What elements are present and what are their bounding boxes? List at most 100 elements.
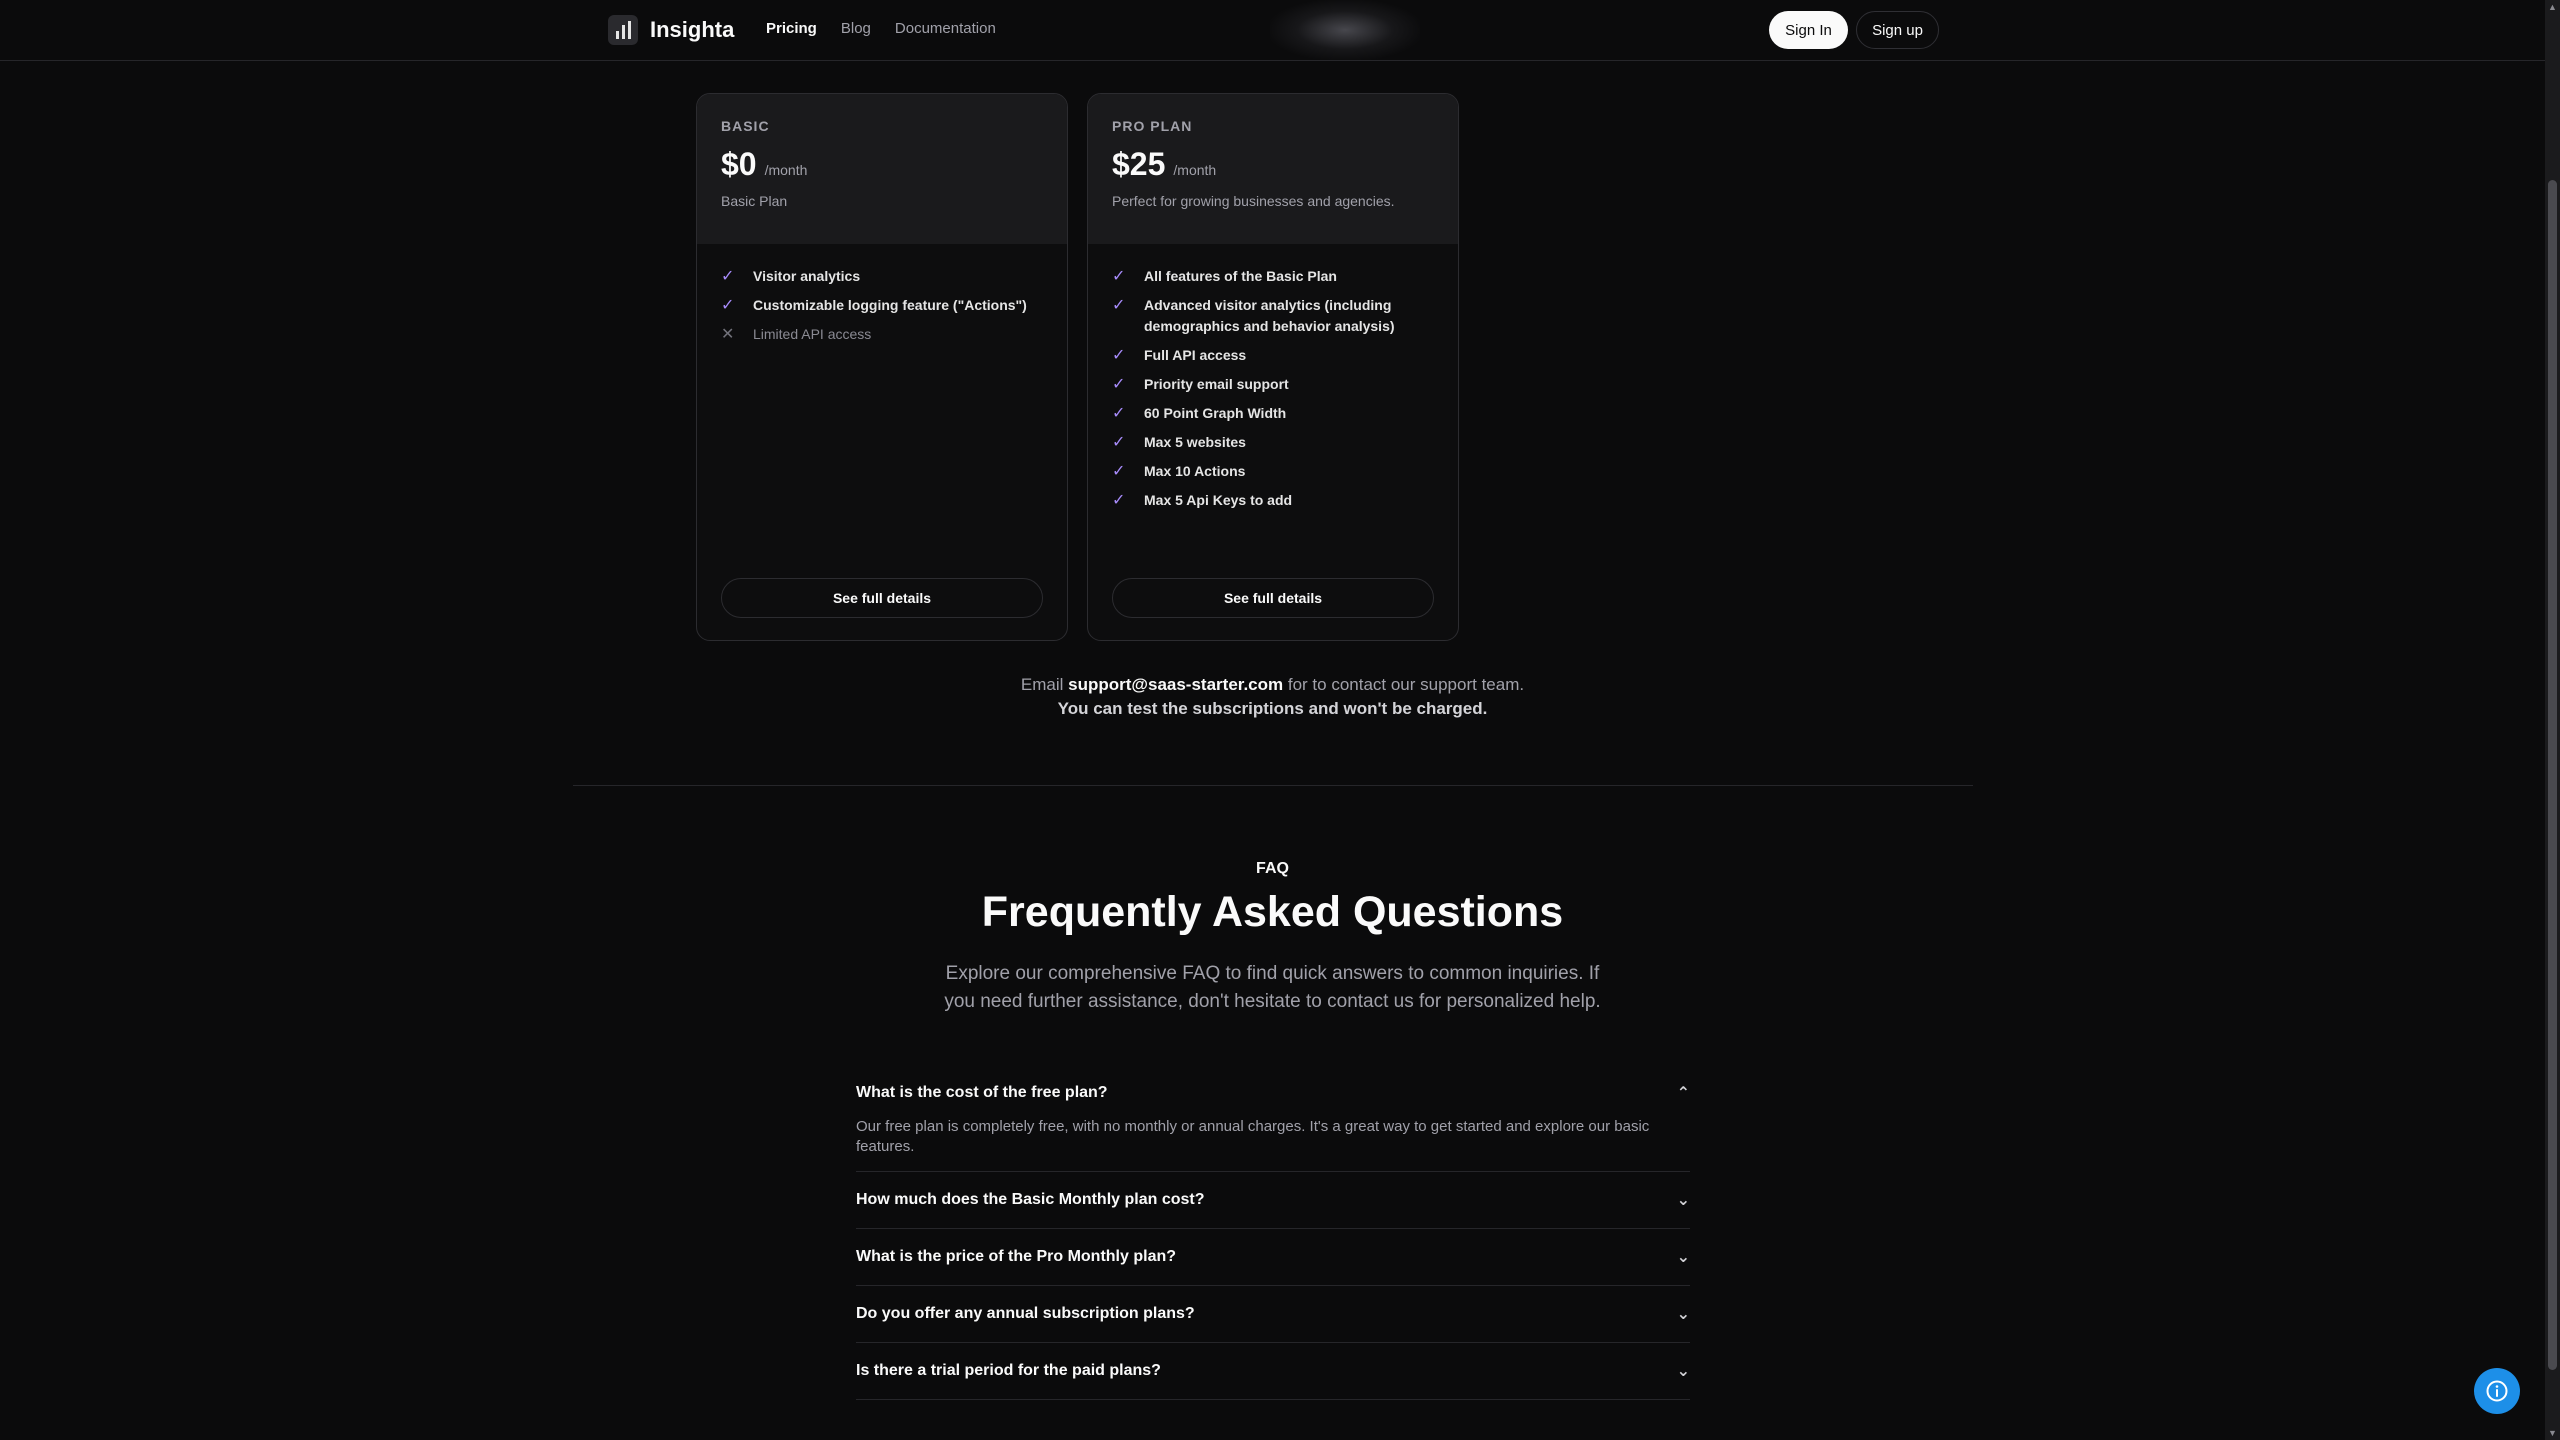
check-icon: ✓ bbox=[1112, 463, 1126, 480]
test-note: You can test the subscriptions and won't… bbox=[0, 699, 2545, 719]
check-icon: ✓ bbox=[1112, 434, 1126, 451]
chevron-down-icon: ⌄ bbox=[1676, 1363, 1690, 1380]
feature-item: ✓ 60 Point Graph Width bbox=[1112, 403, 1434, 424]
check-icon: ✓ bbox=[1112, 376, 1126, 393]
feature-text: Max 5 Api Keys to add bbox=[1144, 492, 1293, 508]
scroll-down-arrow-icon[interactable]: ▼ bbox=[2548, 1428, 2557, 1438]
support-prefix: Email bbox=[1020, 675, 1064, 694]
feature-item: ✓ All features of the Basic Plan bbox=[1112, 266, 1434, 287]
plan-description: Perfect for growing businesses and agenc… bbox=[1112, 193, 1395, 209]
plan-price: $0 bbox=[721, 146, 757, 182]
feature-item: ✓ Visitor analytics bbox=[721, 266, 1043, 287]
faq-question-toggle[interactable]: What is the cost of the free plan? ⌃ bbox=[856, 1065, 1690, 1121]
check-icon: ✓ bbox=[721, 268, 735, 285]
main-nav: Pricing Blog Documentation bbox=[766, 20, 996, 37]
faq-subtitle-line-1: Explore our comprehensive FAQ to find qu… bbox=[945, 963, 1600, 984]
feature-text: Full API access bbox=[1144, 347, 1247, 363]
pricing-card-pro: PRO PLAN $25 /month Perfect for growing … bbox=[1087, 93, 1459, 641]
info-icon bbox=[2486, 1380, 2508, 1402]
plan-price: $25 bbox=[1112, 146, 1166, 182]
faq-question-toggle[interactable]: How much does the Basic Monthly plan cos… bbox=[856, 1172, 1690, 1228]
feature-text: All features of the Basic Plan bbox=[1144, 268, 1337, 284]
feature-text: Visitor analytics bbox=[753, 268, 861, 284]
faq-subtitle-line-2: you need further assistance, don't hesit… bbox=[944, 991, 1601, 1012]
faq-item: What is the cost of the free plan? ⌃ Our… bbox=[856, 1065, 1690, 1172]
faq-accordion: What is the cost of the free plan? ⌃ Our… bbox=[856, 1065, 1690, 1400]
faq-question-toggle[interactable]: Do you offer any annual subscription pla… bbox=[856, 1286, 1690, 1342]
sign-in-button[interactable]: Sign In bbox=[1769, 11, 1848, 49]
info-button[interactable] bbox=[2474, 1368, 2520, 1414]
faq-item: Do you offer any annual subscription pla… bbox=[856, 1286, 1690, 1343]
chevron-down-icon: ⌄ bbox=[1676, 1249, 1690, 1266]
faq-item: Is there a trial period for the paid pla… bbox=[856, 1343, 1690, 1400]
bar-chart-logo-icon bbox=[608, 15, 638, 45]
card-header: BASIC $0 /month Basic Plan bbox=[697, 94, 1067, 244]
see-full-details-button-basic[interactable]: See full details bbox=[721, 578, 1043, 618]
faq-question: What is the price of the Pro Monthly pla… bbox=[856, 1248, 1177, 1265]
faq-question-toggle[interactable]: What is the price of the Pro Monthly pla… bbox=[856, 1229, 1690, 1285]
feature-text: Max 10 Actions bbox=[1144, 463, 1246, 479]
nav-link-blog[interactable]: Blog bbox=[841, 20, 871, 37]
faq-question: Do you offer any annual subscription pla… bbox=[856, 1305, 1195, 1322]
check-icon: ✓ bbox=[1112, 492, 1126, 509]
check-icon: ✓ bbox=[1112, 297, 1126, 314]
nav-glow-decoration bbox=[1270, 0, 1420, 60]
faq-item: What is the price of the Pro Monthly pla… bbox=[856, 1229, 1690, 1286]
page-scrollbar[interactable]: ▲ ▼ bbox=[2545, 0, 2560, 1440]
see-full-details-button-pro[interactable]: See full details bbox=[1112, 578, 1434, 618]
feature-item: ✓ Priority email support bbox=[1112, 374, 1434, 395]
plan-period: /month bbox=[1173, 162, 1217, 178]
faq-tag: FAQ bbox=[1256, 860, 1289, 877]
check-icon: ✓ bbox=[1112, 347, 1126, 364]
faq-item: How much does the Basic Monthly plan cos… bbox=[856, 1172, 1690, 1229]
feature-item: ✓ Max 10 Actions bbox=[1112, 461, 1434, 482]
card-header: PRO PLAN $25 /month Perfect for growing … bbox=[1088, 94, 1458, 244]
support-suffix: for to contact our support team. bbox=[1287, 675, 1525, 694]
feature-item-excluded: ✕ Limited API access bbox=[721, 324, 1043, 345]
feature-text: Advanced visitor analytics (including de… bbox=[1144, 297, 1395, 334]
feature-list: ✓ All features of the Basic Plan ✓ Advan… bbox=[1088, 244, 1458, 511]
section-divider bbox=[573, 785, 1973, 786]
test-note-text: You can test the subscriptions and won't… bbox=[1057, 699, 1488, 718]
plan-description: Basic Plan bbox=[721, 193, 788, 209]
feature-text: Max 5 websites bbox=[1144, 434, 1246, 450]
faq-question: Is there a trial period for the paid pla… bbox=[856, 1362, 1161, 1379]
chevron-down-icon: ⌄ bbox=[1676, 1192, 1690, 1209]
feature-item: ✓ Customizable logging feature ("Actions… bbox=[721, 295, 1043, 316]
support-line: Email support@saas-starter.com for to co… bbox=[0, 675, 2545, 695]
faq-question: How much does the Basic Monthly plan cos… bbox=[856, 1191, 1205, 1208]
feature-text: 60 Point Graph Width bbox=[1144, 405, 1287, 421]
top-navbar: Insighta Pricing Blog Documentation Sign… bbox=[0, 0, 2545, 61]
feature-text: Limited API access bbox=[753, 326, 872, 342]
plan-period: /month bbox=[764, 162, 808, 178]
scroll-up-arrow-icon[interactable]: ▲ bbox=[2548, 2, 2557, 12]
sign-up-button[interactable]: Sign up bbox=[1856, 11, 1939, 49]
faq-question: What is the cost of the free plan? bbox=[856, 1084, 1108, 1101]
check-icon: ✓ bbox=[721, 297, 735, 314]
faq-answer: Our free plan is completely free, with n… bbox=[856, 1118, 1650, 1155]
chevron-down-icon: ⌄ bbox=[1676, 1306, 1690, 1323]
plan-label: BASIC bbox=[721, 118, 770, 134]
check-icon: ✓ bbox=[1112, 405, 1126, 422]
feature-item: ✓ Max 5 websites bbox=[1112, 432, 1434, 453]
pricing-card-basic: BASIC $0 /month Basic Plan ✓ Visitor ana… bbox=[696, 93, 1068, 641]
scrollbar-thumb[interactable] bbox=[2548, 180, 2557, 1370]
brand-name: Insighta bbox=[650, 17, 735, 42]
feature-list: ✓ Visitor analytics ✓ Customizable loggi… bbox=[697, 244, 1067, 345]
plan-label: PRO PLAN bbox=[1112, 118, 1193, 134]
faq-subtitle: Explore our comprehensive FAQ to find qu… bbox=[0, 960, 2545, 1016]
feature-item: ✓ Full API access bbox=[1112, 345, 1434, 366]
nav-link-documentation[interactable]: Documentation bbox=[895, 20, 996, 37]
feature-item: ✓ Max 5 Api Keys to add bbox=[1112, 490, 1434, 511]
brand-logo-link[interactable]: Insighta bbox=[608, 15, 734, 45]
faq-question-toggle[interactable]: Is there a trial period for the paid pla… bbox=[856, 1343, 1690, 1399]
check-icon: ✓ bbox=[1112, 268, 1126, 285]
chevron-up-icon: ⌃ bbox=[1676, 1085, 1690, 1102]
nav-link-pricing[interactable]: Pricing bbox=[766, 20, 817, 37]
support-email-link[interactable]: support@saas-starter.com bbox=[1068, 675, 1283, 694]
faq-title: Frequently Asked Questions bbox=[981, 888, 1564, 936]
feature-text: Customizable logging feature ("Actions") bbox=[753, 297, 1027, 313]
feature-text: Priority email support bbox=[1144, 376, 1289, 392]
feature-item: ✓ Advanced visitor analytics (including … bbox=[1112, 295, 1434, 337]
x-icon: ✕ bbox=[721, 326, 735, 343]
